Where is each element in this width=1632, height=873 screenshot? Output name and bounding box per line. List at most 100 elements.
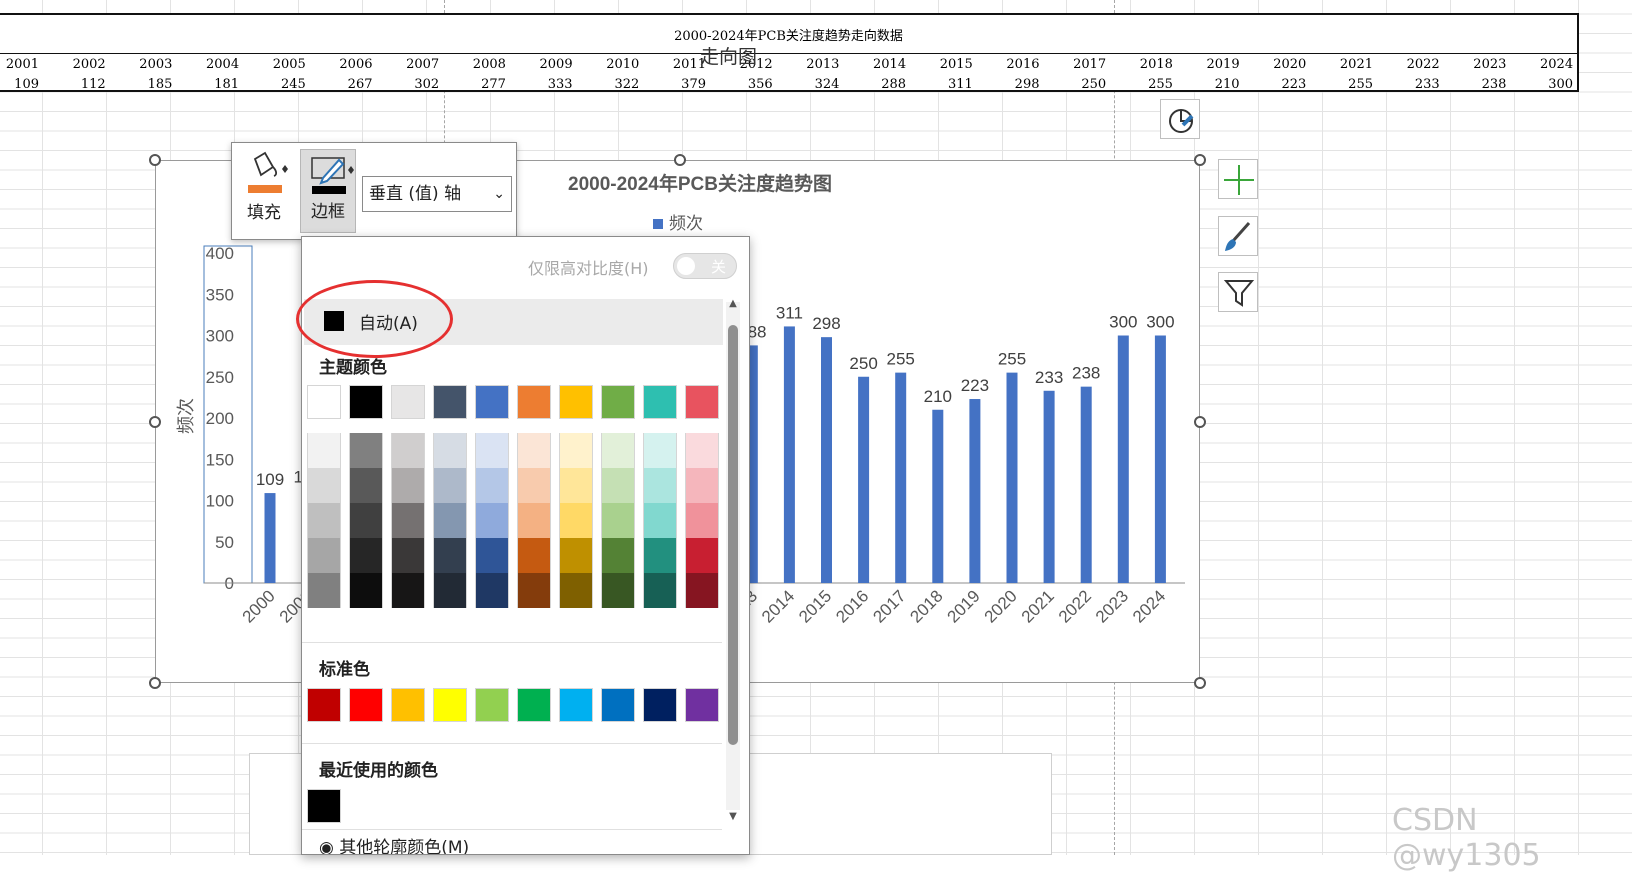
theme-shade-swatch[interactable] xyxy=(475,468,509,503)
theme-shade-swatch[interactable] xyxy=(349,573,383,608)
high-contrast-toggle[interactable]: 关 xyxy=(673,253,737,279)
bar-2022[interactable] xyxy=(1080,386,1092,583)
theme-shade-swatch[interactable] xyxy=(433,573,467,608)
theme-shade-swatch[interactable] xyxy=(391,468,425,503)
theme-shade-swatch[interactable] xyxy=(391,433,425,468)
bar-2021[interactable] xyxy=(1043,390,1055,583)
theme-color-swatch[interactable] xyxy=(349,385,383,419)
popup-scrollbar-thumb[interactable] xyxy=(728,325,738,745)
standard-color-swatch[interactable] xyxy=(475,688,509,722)
bar-2020[interactable] xyxy=(1006,372,1018,583)
bar-2000[interactable] xyxy=(264,493,276,583)
theme-shade-swatch[interactable] xyxy=(601,503,635,538)
standard-color-swatch[interactable] xyxy=(433,688,467,722)
theme-shade-swatch[interactable] xyxy=(601,573,635,608)
theme-shade-swatch[interactable] xyxy=(685,468,719,503)
theme-color-swatch[interactable] xyxy=(601,385,635,419)
recent-color-swatch[interactable] xyxy=(307,789,341,823)
theme-shade-swatch[interactable] xyxy=(475,573,509,608)
theme-shade-swatch[interactable] xyxy=(559,573,593,608)
theme-shade-swatch[interactable] xyxy=(559,433,593,468)
bar-2015[interactable] xyxy=(821,337,832,583)
theme-shade-swatch[interactable] xyxy=(643,538,677,573)
bar-2016[interactable] xyxy=(858,376,870,583)
theme-shade-swatch[interactable] xyxy=(685,433,719,468)
theme-shade-swatch[interactable] xyxy=(601,538,635,573)
theme-shade-swatch[interactable] xyxy=(433,538,467,573)
border-button[interactable]: 边框 xyxy=(300,149,356,233)
theme-shade-swatch[interactable] xyxy=(307,468,341,503)
theme-shade-swatch[interactable] xyxy=(517,573,551,608)
standard-color-swatch[interactable] xyxy=(685,688,719,722)
bar-2014[interactable] xyxy=(783,326,795,583)
theme-shade-swatch[interactable] xyxy=(517,468,551,503)
x-tick-label: 2024 xyxy=(1129,586,1169,626)
y-axis[interactable]: 050100150200250300350400 xyxy=(206,244,234,593)
theme-shade-swatch[interactable] xyxy=(643,573,677,608)
theme-color-swatch[interactable] xyxy=(433,385,467,419)
standard-color-swatch[interactable] xyxy=(601,688,635,722)
theme-shade-swatch[interactable] xyxy=(349,468,383,503)
bar-2017[interactable] xyxy=(895,372,907,583)
standard-color-swatch[interactable] xyxy=(643,688,677,722)
theme-shade-swatch[interactable] xyxy=(391,573,425,608)
theme-shade-swatch[interactable] xyxy=(517,538,551,573)
chart-styles-button[interactable] xyxy=(1218,216,1258,256)
theme-shade-swatch[interactable] xyxy=(307,573,341,608)
y-axis-title[interactable]: 频次 xyxy=(176,398,197,434)
chart-filters-button[interactable] xyxy=(1218,272,1258,312)
theme-shade-swatch[interactable] xyxy=(349,538,383,573)
theme-shade-swatch[interactable] xyxy=(685,538,719,573)
theme-shade-swatch[interactable] xyxy=(517,433,551,468)
theme-shade-swatch[interactable] xyxy=(307,433,341,468)
standard-color-swatch[interactable] xyxy=(559,688,593,722)
theme-shade-swatch[interactable] xyxy=(559,468,593,503)
chart-element-select[interactable]: 垂直 (值) 轴 ⌄ xyxy=(362,176,512,212)
fill-button[interactable]: 填充 xyxy=(236,149,292,233)
x-tick-label: 2023 xyxy=(1092,586,1132,626)
more-outline-colors-option[interactable]: ◉ 其他轮廓颜色(M) xyxy=(319,833,469,854)
standard-color-swatch[interactable] xyxy=(349,688,383,722)
theme-shade-swatch[interactable] xyxy=(307,538,341,573)
bar-2024[interactable] xyxy=(1154,335,1166,584)
theme-color-swatch[interactable] xyxy=(643,385,677,419)
standard-color-swatch[interactable] xyxy=(391,688,425,722)
chart-elements-button[interactable] xyxy=(1218,159,1258,199)
theme-shade-swatch[interactable] xyxy=(349,433,383,468)
quick-layout-icon xyxy=(1169,109,1194,133)
theme-shade-swatch[interactable] xyxy=(559,538,593,573)
theme-shade-swatch[interactable] xyxy=(601,433,635,468)
scroll-down-icon[interactable]: ▼ xyxy=(726,811,740,822)
theme-shade-swatch[interactable] xyxy=(601,468,635,503)
bar-2018[interactable] xyxy=(932,409,944,583)
theme-shade-swatch[interactable] xyxy=(517,503,551,538)
theme-color-swatch[interactable] xyxy=(559,385,593,419)
theme-shade-swatch[interactable] xyxy=(475,503,509,538)
theme-color-swatch[interactable] xyxy=(307,385,341,419)
theme-shade-swatch[interactable] xyxy=(643,433,677,468)
theme-shade-swatch[interactable] xyxy=(475,433,509,468)
theme-color-swatch[interactable] xyxy=(475,385,509,419)
theme-shade-swatch[interactable] xyxy=(433,433,467,468)
theme-color-swatch[interactable] xyxy=(391,385,425,419)
theme-shade-swatch[interactable] xyxy=(643,468,677,503)
theme-shade-swatch[interactable] xyxy=(685,503,719,538)
theme-shade-swatch[interactable] xyxy=(349,503,383,538)
theme-shade-swatch[interactable] xyxy=(307,503,341,538)
chart-quick-layout-button[interactable] xyxy=(1160,99,1200,139)
bar-2023[interactable] xyxy=(1117,335,1129,584)
theme-shade-swatch[interactable] xyxy=(391,538,425,573)
scroll-up-icon[interactable]: ▲ xyxy=(726,298,740,309)
theme-shade-swatch[interactable] xyxy=(475,538,509,573)
standard-color-swatch[interactable] xyxy=(307,688,341,722)
standard-color-swatch[interactable] xyxy=(517,688,551,722)
theme-shade-swatch[interactable] xyxy=(643,503,677,538)
theme-color-swatch[interactable] xyxy=(517,385,551,419)
bar-2019[interactable] xyxy=(969,399,981,583)
theme-shade-swatch[interactable] xyxy=(433,468,467,503)
theme-shade-swatch[interactable] xyxy=(391,503,425,538)
theme-shade-swatch[interactable] xyxy=(685,573,719,608)
theme-color-swatch[interactable] xyxy=(685,385,719,419)
theme-shade-swatch[interactable] xyxy=(433,503,467,538)
theme-shade-swatch[interactable] xyxy=(559,503,593,538)
